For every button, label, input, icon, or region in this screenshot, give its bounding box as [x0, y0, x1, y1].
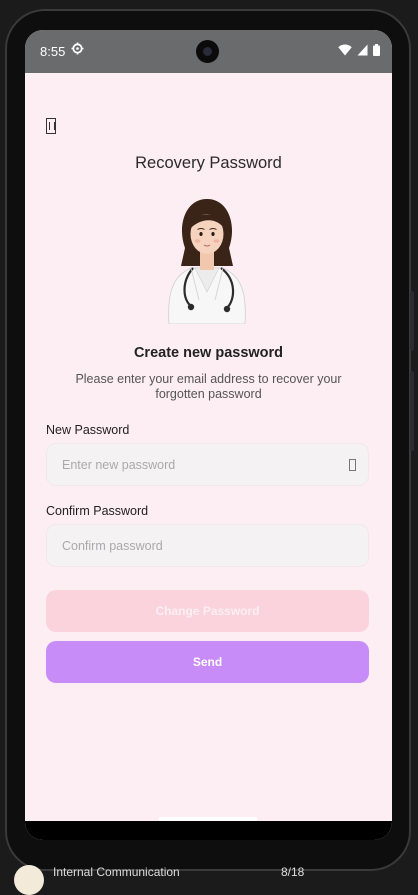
new-password-placeholder: Enter new password: [62, 458, 176, 472]
status-time: 8:55: [40, 44, 66, 59]
back-icon[interactable]: [46, 118, 56, 134]
confirm-password-label: Confirm Password: [46, 504, 149, 518]
page-title: Recovery Password: [135, 154, 282, 172]
eye-icon[interactable]: [349, 459, 356, 471]
status-icons: [338, 43, 380, 61]
confirm-password-field[interactable]: Confirm password: [46, 524, 369, 567]
battery-icon: [373, 43, 380, 61]
recovery-password-screen: Recovery Password Create new password Pl…: [25, 73, 392, 821]
new-password-label: New Password: [46, 423, 130, 437]
send-button[interactable]: Send: [46, 641, 369, 683]
status-bar: 8:55: [25, 30, 392, 73]
list-item-label: Internal Communication: [53, 865, 180, 879]
section-heading: Create new password: [133, 345, 284, 361]
list-item-count: 8/18: [281, 865, 305, 879]
home-indicator[interactable]: [159, 817, 257, 821]
phone-screen: 8:55 Recovery Password Create new passwo…: [25, 30, 392, 840]
confirm-password-placeholder: Confirm password: [62, 539, 163, 553]
volume-button: [410, 371, 414, 451]
front-camera: [196, 40, 219, 63]
settings-icon: [71, 42, 84, 60]
navigation-bar: [25, 817, 392, 840]
description-text: Please enter your email address to recov…: [75, 372, 342, 401]
background-window-peek: Internal Communication 8/18: [0, 862, 418, 895]
signal-icon: [357, 43, 368, 61]
doctor-illustration: [168, 199, 246, 324]
power-button: [410, 291, 414, 351]
wifi-icon: [338, 43, 352, 61]
change-password-button[interactable]: Change Password: [46, 590, 369, 632]
avatar: [14, 865, 44, 895]
new-password-field[interactable]: Enter new password: [46, 443, 369, 486]
